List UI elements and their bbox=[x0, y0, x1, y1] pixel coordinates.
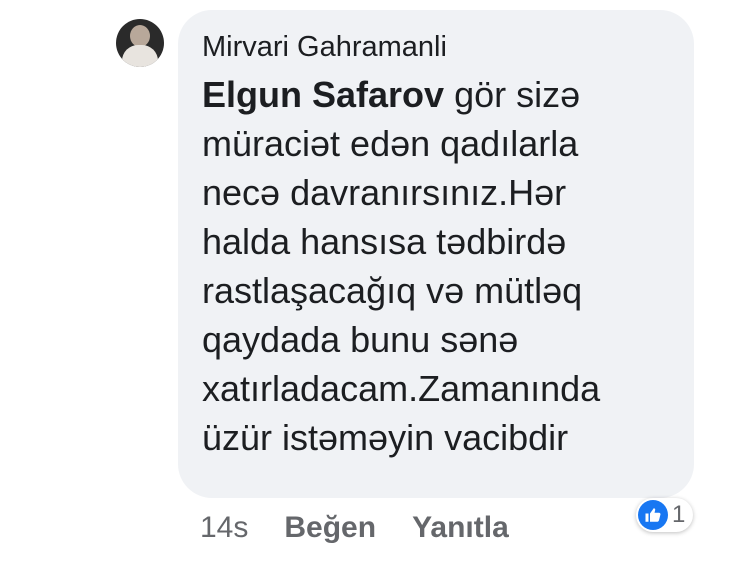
comment-author[interactable]: Mirvari Gahramanli bbox=[202, 30, 670, 64]
reaction-summary[interactable]: 1 bbox=[636, 498, 694, 532]
comment-line: gör sizə bbox=[444, 74, 581, 115]
comment-bubble: Mirvari Gahramanli Elgun Safarov gör siz… bbox=[178, 10, 694, 498]
comment-line: müraciət edən qadılarla bbox=[202, 123, 579, 164]
comment-text: Elgun Safarov gör sizə müraciət edən qad… bbox=[202, 70, 682, 462]
timestamp[interactable]: 14s bbox=[200, 508, 248, 548]
comment-line: üzür istəməyin vacibdir bbox=[202, 417, 569, 458]
avatar[interactable] bbox=[116, 19, 164, 67]
comment-actions: 14s Beğen Yanıtla bbox=[200, 508, 509, 548]
avatar-head bbox=[130, 25, 150, 47]
comment-line: xatırladacam.Zamanında bbox=[202, 368, 601, 409]
mention-link[interactable]: Elgun Safarov bbox=[202, 74, 444, 115]
comment-line: qaydada bunu sənə bbox=[202, 319, 519, 360]
like-icon bbox=[638, 500, 668, 530]
like-button[interactable]: Beğen bbox=[284, 508, 376, 548]
reply-button[interactable]: Yanıtla bbox=[412, 508, 509, 548]
comment-line: necə davranırsınız.Hər bbox=[202, 172, 567, 213]
reaction-count: 1 bbox=[672, 501, 686, 528]
avatar-body bbox=[122, 45, 158, 67]
comment-line: halda hansısa tədbirdə bbox=[202, 221, 567, 262]
comment-line: rastlaşacağıq və mütləq bbox=[202, 270, 583, 311]
